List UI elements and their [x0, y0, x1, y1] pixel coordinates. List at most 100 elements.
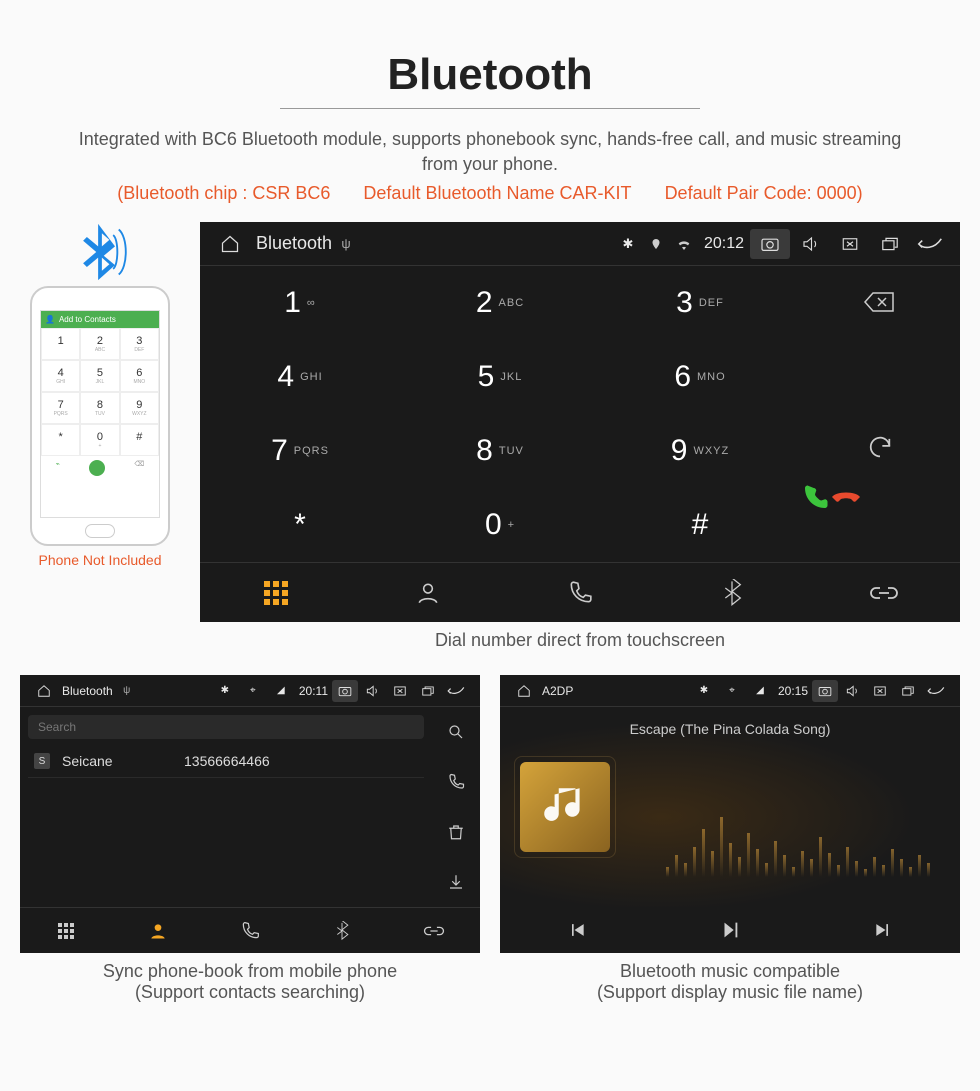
screenshot-button[interactable]: [812, 680, 838, 702]
dial-key-9[interactable]: 9WXYZ: [600, 414, 800, 488]
recent-apps-button[interactable]: [870, 229, 910, 259]
equalizer-icon: [666, 797, 930, 877]
dial-key-0[interactable]: 0+: [400, 488, 600, 562]
nav-calllog[interactable]: [204, 908, 296, 953]
dial-key-3[interactable]: 3DEF: [600, 266, 800, 340]
home-icon[interactable]: [210, 229, 250, 259]
music-caption: Bluetooth music compatible (Support disp…: [500, 961, 960, 1003]
volume-button[interactable]: [790, 229, 830, 259]
backspace-button[interactable]: [800, 266, 960, 338]
topbar-time: 20:15: [778, 684, 808, 698]
volume-button[interactable]: [838, 676, 866, 706]
contacts-caption: Sync phone-book from mobile phone (Suppo…: [20, 961, 480, 1003]
close-button[interactable]: [830, 229, 870, 259]
usb-icon: ψ: [113, 685, 141, 696]
voicemail-icon: ⌁: [56, 460, 60, 476]
nav-pair[interactable]: [808, 563, 960, 622]
phone-caption: Phone Not Included: [20, 552, 180, 568]
dial-key-2[interactable]: 2ABC: [400, 266, 600, 340]
dial-area: 1∞2ABC3DEF 4GHI5JKL6MNO 7PQRS8TUV9WXYZ *0+#: [200, 266, 960, 562]
contact-number: 13566664466: [184, 753, 270, 769]
call-accept-button[interactable]: [800, 483, 830, 562]
spec-chip: (Bluetooth chip : CSR BC6: [117, 183, 330, 203]
location-icon: ⌖: [718, 685, 746, 696]
nav-contacts[interactable]: [352, 563, 504, 622]
contact-tag: S: [34, 753, 50, 769]
dial-key-#[interactable]: #: [600, 488, 800, 562]
dial-key-4[interactable]: 4GHI: [200, 340, 400, 414]
nav-contacts[interactable]: [112, 908, 204, 953]
dialer-caption: Dial number direct from touchscreen: [200, 630, 960, 651]
dial-key-5[interactable]: 5JKL: [400, 340, 600, 414]
recent-apps-button[interactable]: [894, 676, 922, 706]
call-reject-button[interactable]: [830, 483, 862, 562]
music-body: Escape (The Pina Colada Song): [500, 707, 960, 907]
search-input[interactable]: Search: [28, 715, 424, 739]
contacts-topbar: Bluetooth ψ ✱ ⌖ ◢ 20:11: [20, 675, 480, 707]
search-button[interactable]: [432, 707, 480, 757]
track-title: Escape (The Pina Colada Song): [500, 721, 960, 737]
spec-name: Default Bluetooth Name CAR-KIT: [363, 183, 631, 203]
bluetooth-specs: (Bluetooth chip : CSR BC6 Default Blueto…: [20, 183, 960, 204]
dial-key-6[interactable]: 6MNO: [600, 340, 800, 414]
play-pause-button[interactable]: [653, 907, 806, 953]
backspace-icon: ⌫: [134, 460, 144, 476]
bluetooth-status-icon: ✱: [211, 685, 239, 696]
music-panel: A2DP ✱ ⌖ ◢ 20:15 Escape (The Pina Colada…: [500, 675, 960, 1003]
usb-icon: ψ: [332, 236, 360, 251]
back-button[interactable]: [910, 229, 950, 259]
location-icon: [642, 237, 670, 251]
close-button[interactable]: [866, 676, 894, 706]
next-track-button[interactable]: [807, 907, 960, 953]
topbar-title: A2DP: [542, 684, 573, 698]
home-icon[interactable]: [510, 676, 538, 706]
prev-track-button[interactable]: [500, 907, 653, 953]
phone-mockup: 👤Add to Contacts 12ABC3DEF4GHI5JKL6MNO7P…: [30, 286, 170, 546]
contact-row[interactable]: S Seicane 13566664466: [28, 745, 424, 778]
music-controls: [500, 907, 960, 953]
back-button[interactable]: [922, 676, 950, 706]
close-button[interactable]: [386, 676, 414, 706]
topbar-time: 20:12: [704, 235, 744, 253]
dial-key-7[interactable]: 7PQRS: [200, 414, 400, 488]
album-art: [520, 762, 610, 852]
page-description: Integrated with BC6 Bluetooth module, su…: [60, 127, 920, 177]
dialer-panel: Bluetooth ψ ✱ 20:12 1∞2ABC3DEF 4GHI5JKL6M…: [200, 222, 960, 651]
screenshot-button[interactable]: [750, 229, 790, 259]
dial-key-1[interactable]: 1∞: [200, 266, 400, 340]
spec-code: Default Pair Code: 0000): [665, 183, 863, 203]
recent-apps-button[interactable]: [414, 676, 442, 706]
person-add-icon: 👤: [45, 315, 55, 324]
nav-dialpad[interactable]: [200, 563, 352, 622]
call-button[interactable]: [432, 757, 480, 807]
nav-dialpad[interactable]: [20, 908, 112, 953]
topbar-title: Bluetooth: [256, 233, 332, 254]
phone-header-label: Add to Contacts: [59, 315, 116, 324]
bluetooth-status-icon: ✱: [690, 685, 718, 696]
bluetooth-status-icon: ✱: [614, 236, 642, 252]
home-icon[interactable]: [30, 676, 58, 706]
volume-button[interactable]: [358, 676, 386, 706]
phone-column: 👤Add to Contacts 12ABC3DEF4GHI5JKL6MNO7P…: [20, 222, 180, 568]
music-topbar: A2DP ✱ ⌖ ◢ 20:15: [500, 675, 960, 707]
page-title: Bluetooth: [20, 50, 960, 100]
nav-bluetooth[interactable]: [296, 908, 388, 953]
nav-calllog[interactable]: [504, 563, 656, 622]
screenshot-button[interactable]: [332, 680, 358, 702]
row-secondary: Bluetooth ψ ✱ ⌖ ◢ 20:11 Search: [20, 675, 960, 1003]
nav-pair[interactable]: [388, 908, 480, 953]
contacts-bottom-nav: [20, 907, 480, 953]
wifi-icon: [670, 238, 698, 250]
topbar-time: 20:11: [299, 684, 328, 698]
redial-button[interactable]: [800, 411, 960, 483]
dial-key-*[interactable]: *: [200, 488, 400, 562]
bluetooth-icon: [70, 222, 130, 282]
delete-button[interactable]: [432, 807, 480, 857]
nav-bluetooth[interactable]: [656, 563, 808, 622]
divider: [280, 108, 700, 109]
home-button: [85, 524, 115, 538]
dial-key-8[interactable]: 8TUV: [400, 414, 600, 488]
back-button[interactable]: [442, 676, 470, 706]
wifi-icon: ◢: [746, 685, 774, 696]
download-button[interactable]: [432, 857, 480, 907]
